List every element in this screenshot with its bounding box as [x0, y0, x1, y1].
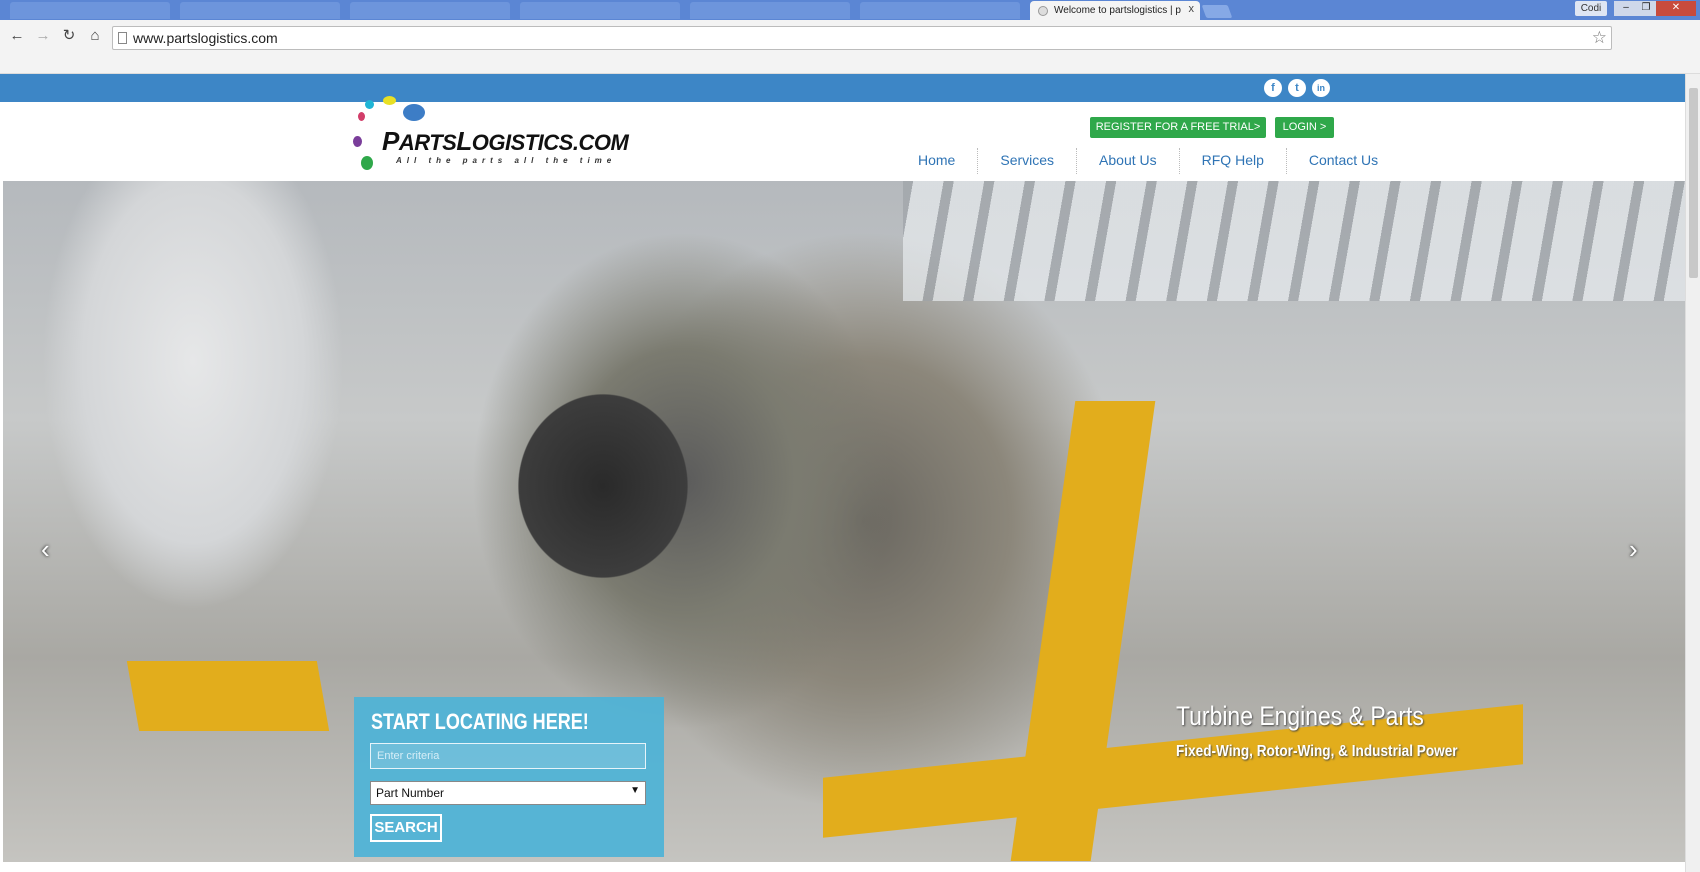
nav-item-rfq-help[interactable]: RFQ Help — [1178, 148, 1286, 174]
logo-dot-red — [358, 112, 365, 121]
slider-prev-arrow[interactable]: ‹ — [41, 534, 50, 565]
slide-caption-subtitle: Fixed-Wing, Rotor-Wing, & Industrial Pow… — [1176, 743, 1458, 760]
background-tab[interactable] — [350, 2, 510, 19]
logo-tagline: All the parts all the time — [396, 156, 617, 165]
page-below-hero — [0, 862, 1685, 872]
search-criteria-input[interactable] — [370, 743, 646, 769]
nav-item-services[interactable]: Services — [977, 148, 1076, 174]
page-icon — [118, 32, 127, 44]
arrow-right-icon: → — [35, 27, 51, 44]
nav-item-contact-us[interactable]: Contact Us — [1285, 148, 1400, 174]
hero-slider: ‹ › Turbine Engines & Parts Fixed-Wing, … — [3, 181, 1685, 862]
home-icon: ⌂ — [90, 27, 100, 44]
bookmark-star-icon[interactable]: ☆ — [1592, 28, 1607, 48]
browser-toolbar: ← → ↻ ⌂ www.partslogistics.com ☆ — [0, 20, 1700, 74]
forward-button[interactable]: → — [34, 27, 52, 45]
logo-dot-purple — [353, 136, 362, 147]
tab-title: Welcome to partslogistics | p — [1054, 5, 1181, 16]
background-tab[interactable] — [10, 2, 170, 19]
yellow-lift-image — [126, 661, 330, 731]
maximize-button[interactable]: ❐ — [1634, 1, 1658, 16]
slide-caption-title: Turbine Engines & Parts — [1176, 701, 1424, 731]
home-button[interactable]: ⌂ — [86, 27, 104, 45]
logo-dot-yellow — [383, 96, 396, 105]
background-tab[interactable] — [520, 2, 680, 19]
register-trial-button[interactable]: REGISTER FOR A FREE TRIAL> — [1090, 117, 1266, 138]
logo-wordmark: PARTSLOGISTICS.COM — [382, 126, 629, 156]
background-tab[interactable] — [690, 2, 850, 19]
facebook-icon[interactable]: f — [1264, 79, 1282, 97]
main-nav: Home Services About Us RFQ Help Contact … — [896, 148, 1400, 176]
part-search-panel: START LOCATING HERE! Part Number ▼ SEARC… — [354, 697, 664, 857]
tab-close-button[interactable]: x — [1189, 3, 1195, 15]
back-button[interactable]: ← — [8, 27, 26, 45]
address-bar[interactable]: www.partslogistics.com ☆ — [112, 26, 1612, 50]
search-panel-title: START LOCATING HERE! — [371, 709, 589, 734]
background-tab[interactable] — [860, 2, 1020, 19]
search-type-select[interactable]: Part Number ▼ — [370, 781, 646, 805]
url-text: www.partslogistics.com — [133, 30, 278, 46]
linkedin-icon[interactable]: in — [1312, 79, 1330, 97]
browser-tabstrip: Welcome to partslogistics | p x Codi – ❐… — [0, 0, 1700, 20]
favicon-icon — [1038, 6, 1048, 16]
new-tab-button[interactable] — [1201, 5, 1233, 18]
login-button[interactable]: LOGIN > — [1275, 117, 1334, 138]
slider-next-arrow[interactable]: › — [1629, 534, 1638, 565]
hangar-roof-image — [903, 181, 1685, 301]
arrow-left-icon: ← — [9, 27, 25, 44]
window-close-button[interactable]: ✕ — [1656, 1, 1696, 16]
scrollbar-thumb[interactable] — [1689, 88, 1698, 278]
top-social-bar: f t in — [0, 74, 1685, 102]
background-tab[interactable] — [180, 2, 340, 19]
nav-item-about-us[interactable]: About Us — [1076, 148, 1179, 174]
search-button[interactable]: SEARCH — [370, 814, 442, 842]
page-scrollbar[interactable] — [1685, 74, 1700, 872]
search-type-value: Part Number — [376, 786, 445, 800]
dropdown-caret-icon: ▼ — [630, 785, 640, 796]
reload-icon: ↻ — [62, 27, 76, 44]
active-tab[interactable]: Welcome to partslogistics | p x — [1030, 1, 1200, 20]
logo-dot-green — [361, 156, 373, 170]
logo-dot-cyan — [365, 100, 374, 109]
twitter-icon[interactable]: t — [1288, 79, 1306, 97]
profile-button[interactable]: Codi — [1575, 1, 1607, 16]
nav-item-home[interactable]: Home — [896, 148, 977, 174]
logo-dot-blue — [403, 104, 425, 121]
reload-button[interactable]: ↻ — [60, 27, 78, 45]
site-header: PARTSLOGISTICS.COM All the parts all the… — [0, 96, 1685, 181]
